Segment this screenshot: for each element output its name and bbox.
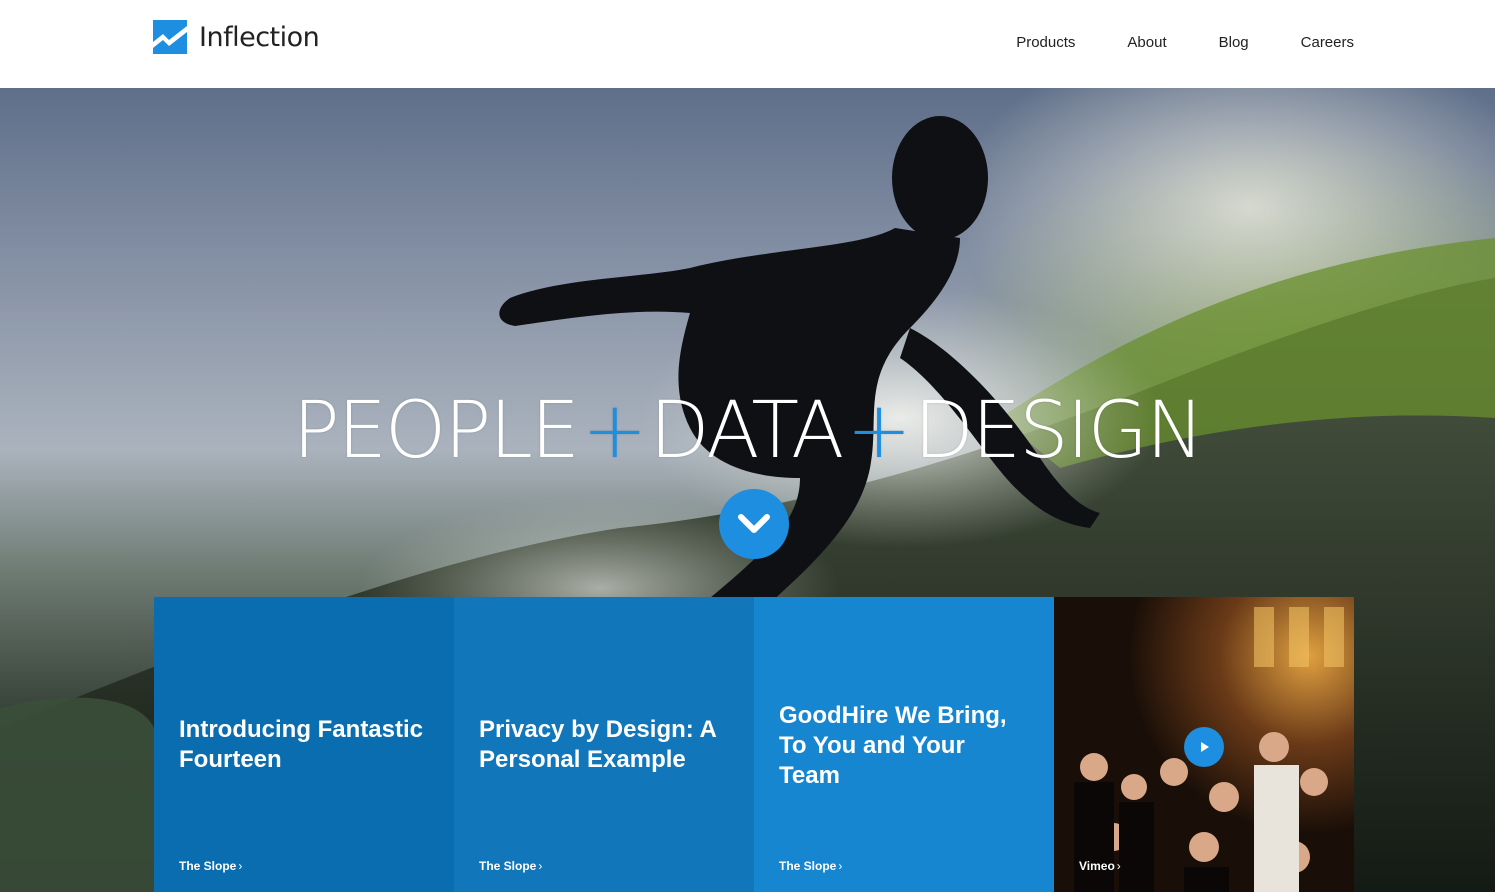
- hero-headline: PEOPLE+DATA+DESIGN: [0, 386, 1495, 476]
- card-source-link[interactable]: The Slope ›: [479, 859, 542, 873]
- surfer-silhouette: [499, 116, 1100, 603]
- nav-item-careers[interactable]: Careers: [1301, 34, 1354, 51]
- card-source-link[interactable]: Vimeo ›: [1079, 859, 1121, 873]
- card-title: Privacy by Design: A Personal Example: [479, 716, 716, 773]
- chevron-right-icon: ›: [538, 859, 543, 873]
- chevron-right-icon: ›: [238, 859, 243, 873]
- card-video[interactable]: Vimeo ›: [1054, 597, 1354, 892]
- featured-cards: Introducing Fantastic Fourteen The Slope…: [154, 597, 1354, 892]
- logo-wordmark: Inflection: [199, 21, 320, 53]
- nav-item-products[interactable]: Products: [1016, 34, 1075, 51]
- card-source-label: The Slope: [779, 859, 837, 873]
- nav-item-blog[interactable]: Blog: [1219, 34, 1249, 51]
- card-title: GoodHire We Bring, To You and Your Team: [779, 702, 1007, 789]
- site-header: Inflection Products About Blog Careers: [0, 0, 1495, 88]
- hero-word-people: PEOPLE: [292, 386, 580, 476]
- inflection-logo-icon: [153, 20, 187, 54]
- card-source-label: The Slope: [179, 859, 237, 873]
- play-icon: [1201, 742, 1209, 752]
- card-goodhire[interactable]: GoodHire We Bring, To You and Your Team …: [754, 597, 1054, 892]
- play-button[interactable]: [1184, 727, 1224, 767]
- card-source-label: Vimeo: [1079, 859, 1115, 873]
- chevron-down-icon: [738, 514, 770, 533]
- logo-link[interactable]: Inflection: [153, 20, 320, 54]
- card-source-link[interactable]: The Slope ›: [779, 859, 842, 873]
- hero-plus-2: +: [846, 386, 911, 476]
- card-source-link[interactable]: The Slope ›: [179, 859, 242, 873]
- scroll-down-button[interactable]: [719, 489, 789, 559]
- chevron-right-icon: ›: [838, 859, 843, 873]
- main-nav: Products About Blog Careers: [964, 34, 1354, 51]
- card-fantastic-fourteen[interactable]: Introducing Fantastic Fourteen The Slope…: [154, 597, 454, 892]
- card-source-label: The Slope: [479, 859, 537, 873]
- card-privacy-by-design[interactable]: Privacy by Design: A Personal Example Th…: [454, 597, 754, 892]
- chevron-right-icon: ›: [1116, 859, 1121, 873]
- card-title: Introducing Fantastic Fourteen: [179, 716, 424, 773]
- hero-plus-1: +: [582, 386, 647, 476]
- hero-word-design: DESIGN: [913, 386, 1205, 476]
- hero-word-data: DATA: [649, 386, 844, 476]
- nav-item-about[interactable]: About: [1127, 34, 1166, 51]
